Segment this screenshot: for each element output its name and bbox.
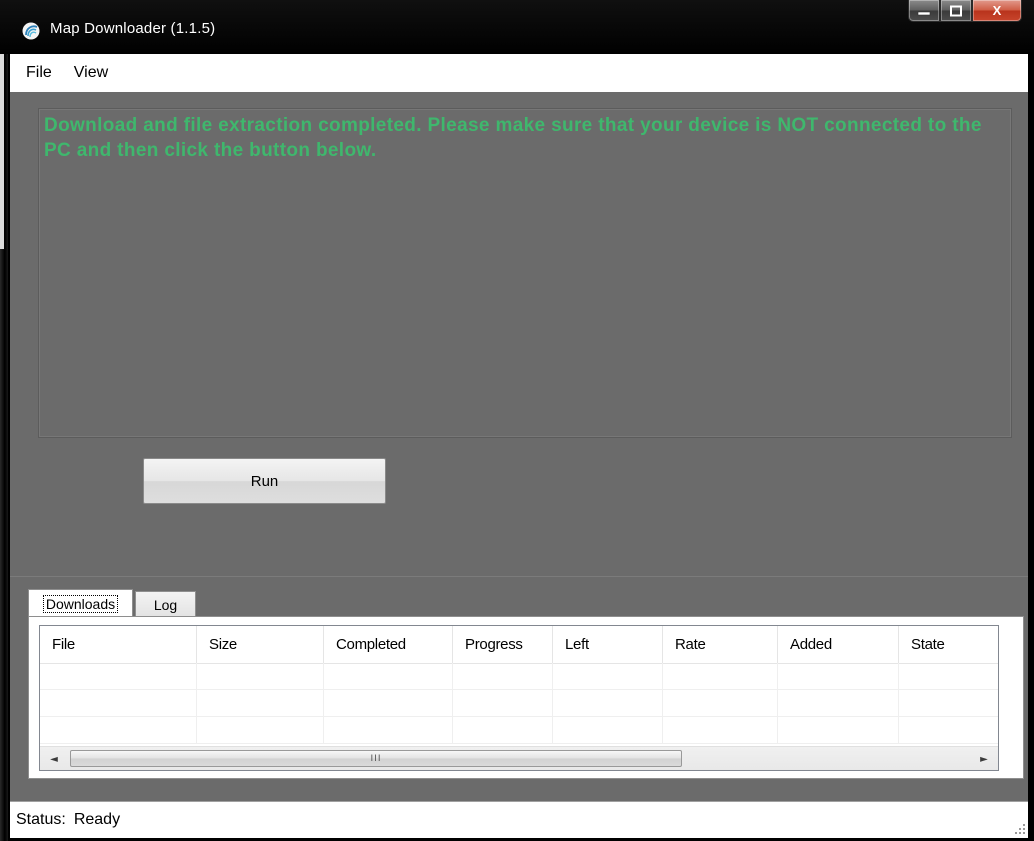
column-header-file[interactable]: File: [40, 626, 197, 663]
tab-log[interactable]: Log: [135, 591, 196, 617]
client-area: File View Download and file extraction c…: [10, 54, 1028, 838]
window-title: Map Downloader (1.1.5): [50, 20, 216, 37]
table-row: [40, 717, 998, 744]
minimize-icon: [917, 11, 931, 15]
window-controls: X: [908, 0, 1022, 24]
tab-log-label: Log: [153, 596, 178, 613]
tab-downloads[interactable]: Downloads: [28, 589, 133, 617]
app-window: Map Downloader (1.1.5) X File View Downl…: [0, 0, 1034, 841]
tab-downloads-label: Downloads: [42, 594, 119, 613]
horizontal-scrollbar[interactable]: ◄ III ►: [40, 746, 998, 770]
column-header-progress[interactable]: Progress: [453, 626, 553, 663]
column-header-left[interactable]: Left: [553, 626, 663, 663]
menu-bar: File View: [10, 54, 1028, 92]
status-bar: Status: Ready: [10, 801, 1028, 838]
close-button[interactable]: X: [972, 0, 1022, 22]
scroll-thumb-grip: III: [370, 753, 382, 764]
column-header-rate[interactable]: Rate: [663, 626, 778, 663]
scroll-right-arrow-icon[interactable]: ►: [974, 749, 994, 769]
scroll-thumb[interactable]: III: [70, 750, 682, 767]
minimize-button[interactable]: [908, 0, 940, 22]
divider: [10, 576, 1028, 577]
scroll-left-arrow-icon[interactable]: ◄: [44, 749, 64, 769]
window-frame-highlight: [0, 54, 4, 249]
column-header-completed[interactable]: Completed: [324, 626, 453, 663]
column-header-state[interactable]: State: [899, 626, 998, 663]
downloads-list[interactable]: File Size Completed Progress Left Rate A…: [39, 625, 999, 771]
status-label: Status:: [16, 811, 66, 828]
run-button[interactable]: Run: [143, 458, 386, 504]
run-button-label: Run: [250, 472, 279, 490]
close-icon: X: [992, 3, 1002, 18]
downloads-tab-panel: File Size Completed Progress Left Rate A…: [28, 616, 1024, 779]
menu-file[interactable]: File: [26, 64, 66, 82]
menu-view[interactable]: View: [74, 64, 122, 82]
maximize-button[interactable]: [940, 0, 972, 22]
table-row: [40, 663, 998, 690]
downloads-list-rows: [40, 663, 998, 744]
status-value: Ready: [73, 811, 121, 828]
column-header-added[interactable]: Added: [778, 626, 899, 663]
title-bar[interactable]: Map Downloader (1.1.5) X: [0, 0, 1034, 54]
map-downloader-logo-icon: [22, 22, 40, 40]
column-header-size[interactable]: Size: [197, 626, 324, 663]
status-message: Download and file extraction completed. …: [44, 115, 982, 161]
table-row: [40, 690, 998, 717]
resize-grip-icon[interactable]: [1014, 823, 1026, 835]
downloads-list-header: File Size Completed Progress Left Rate A…: [40, 626, 998, 664]
message-panel: Download and file extraction completed. …: [38, 108, 1012, 438]
maximize-icon: [950, 5, 962, 16]
